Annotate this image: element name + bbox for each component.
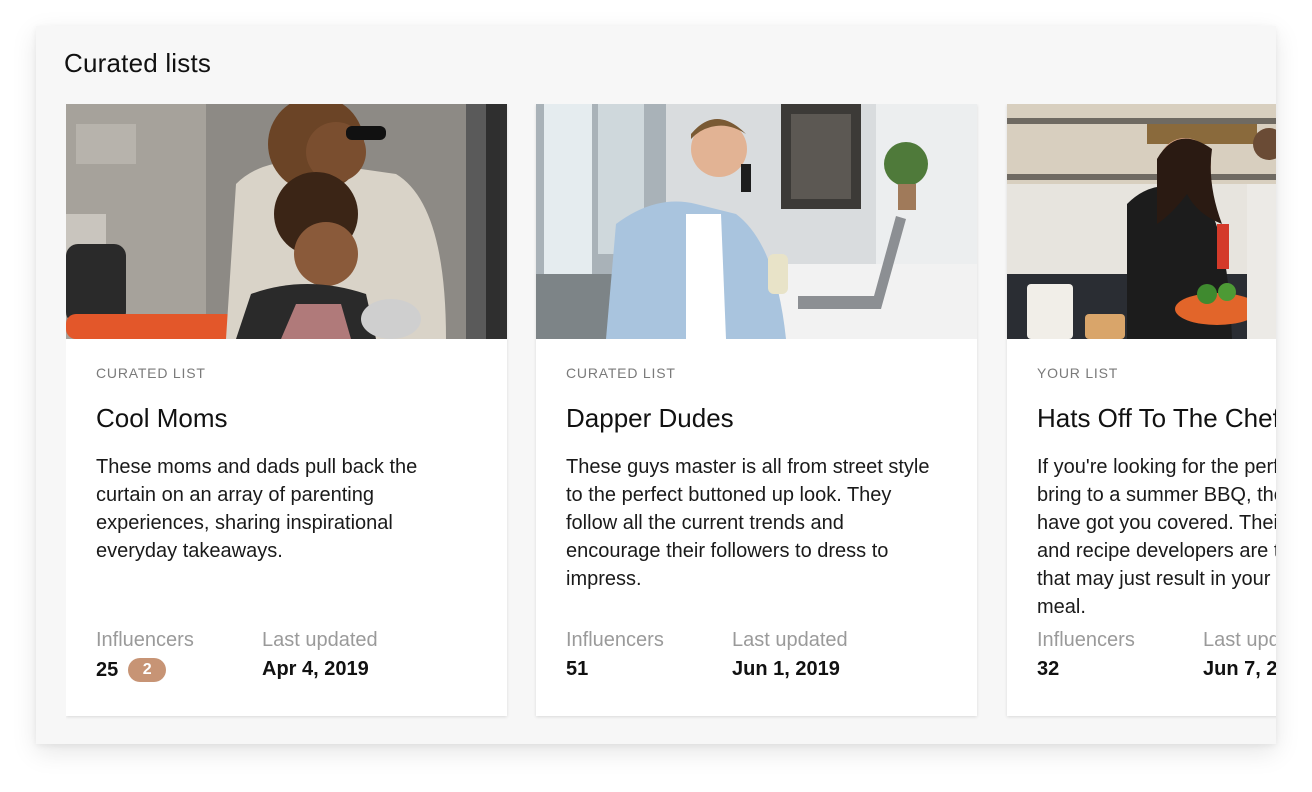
curated-lists-panel: Curated lists CURATED LIST Cool Moms The… xyxy=(36,26,1276,744)
card-photo xyxy=(66,104,507,339)
new-influencers-badge: 2 xyxy=(128,658,167,682)
influencers-count: 51 xyxy=(566,658,589,680)
card-title[interactable]: Cool Moms xyxy=(96,403,227,434)
last-updated-date: Apr 4, 2019 xyxy=(262,658,369,680)
card-photo xyxy=(536,104,977,339)
influencers-label: Influencers xyxy=(96,629,194,651)
influencers-label: Influencers xyxy=(1037,629,1135,651)
card-eyebrow: CURATED LIST xyxy=(96,365,206,381)
last-updated-label: Last updated xyxy=(732,629,848,651)
last-updated-date: Jun 1, 2019 xyxy=(732,658,840,680)
card-title[interactable]: Dapper Dudes xyxy=(566,403,734,434)
card-description: These guys master is all from street sty… xyxy=(566,456,930,590)
card-meta: Influencers 32 Last updated Jun 7, 2019 xyxy=(1037,629,1276,689)
last-updated-label: Last updated xyxy=(262,629,378,651)
card-meta: Influencers 25 2 Last updated Apr 4, 201… xyxy=(96,629,516,689)
card-meta: Influencers 51 Last updated Jun 1, 2019 xyxy=(566,629,986,689)
influencers-count: 32 xyxy=(1037,658,1060,680)
last-updated-label: Last updated xyxy=(1203,629,1276,651)
card-title[interactable]: Hats Off To The Chefs xyxy=(1037,403,1276,434)
influencers-label: Influencers xyxy=(566,629,664,651)
list-card-hats-off-to-the-chefs[interactable]: YOUR LIST Hats Off To The Chefs If you'r… xyxy=(1007,104,1276,716)
card-photo xyxy=(1007,104,1276,339)
list-card-dapper-dudes[interactable]: CURATED LIST Dapper Dudes These guys mas… xyxy=(536,104,977,716)
section-title: Curated lists xyxy=(64,48,212,78)
card-eyebrow: CURATED LIST xyxy=(566,365,676,381)
card-description: These moms and dads pull back the curtai… xyxy=(96,456,418,562)
last-updated-date: Jun 7, 2019 xyxy=(1203,658,1276,680)
card-description: If you're looking for the perfect dish t… xyxy=(1037,456,1276,618)
cards-carousel: CURATED LIST Cool Moms These moms and da… xyxy=(66,104,1276,744)
influencers-count: 25 xyxy=(96,658,119,681)
card-eyebrow: YOUR LIST xyxy=(1037,365,1119,381)
list-card-cool-moms[interactable]: CURATED LIST Cool Moms These moms and da… xyxy=(66,104,507,716)
